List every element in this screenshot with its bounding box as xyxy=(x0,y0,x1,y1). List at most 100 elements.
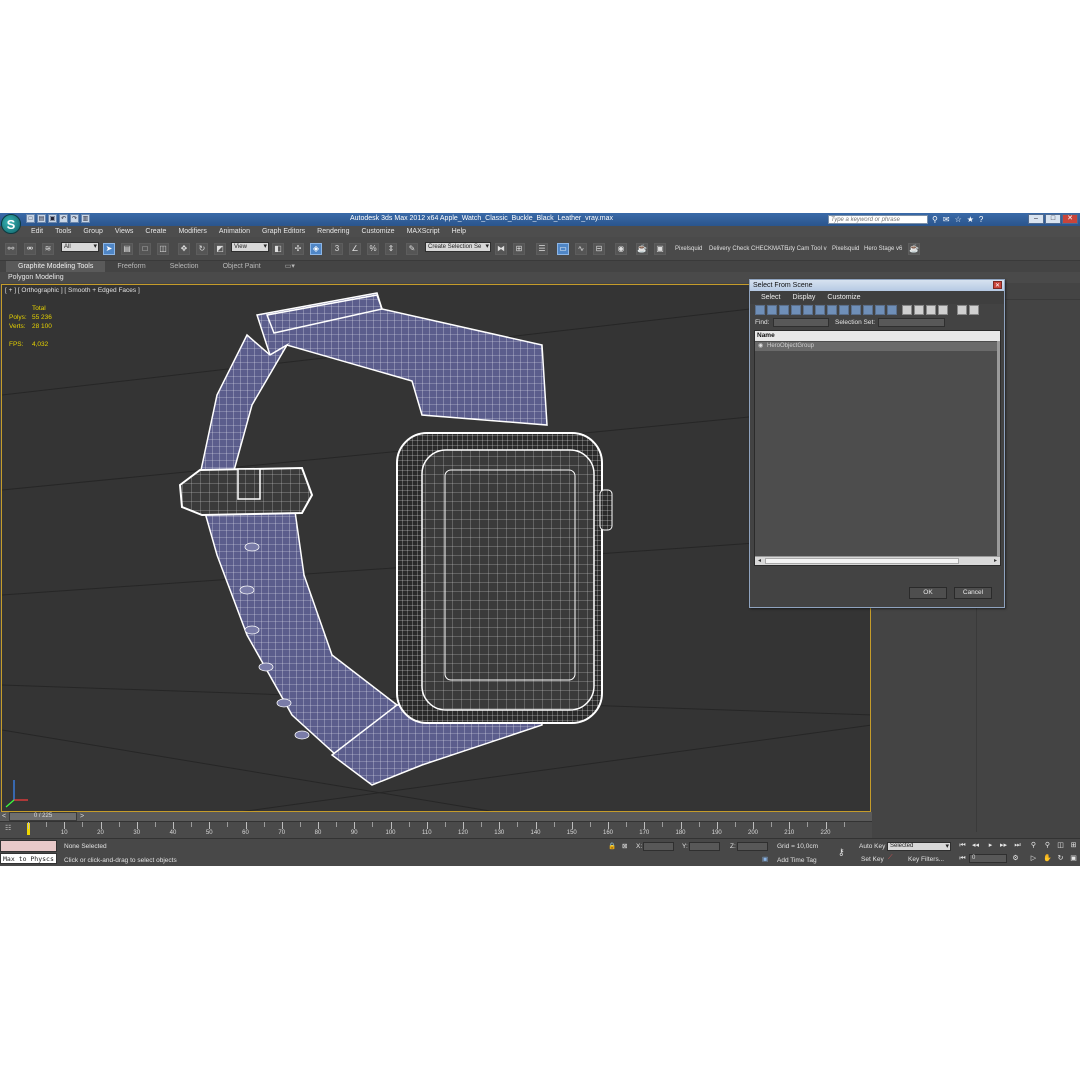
menu-edit[interactable]: Edit xyxy=(31,228,43,235)
filter-containers-icon[interactable] xyxy=(863,305,873,315)
z-coordinate-field[interactable] xyxy=(737,842,768,851)
key-mode-icon[interactable]: ⏮ xyxy=(957,854,968,864)
filter-hidden-icon[interactable] xyxy=(887,305,897,315)
orbit-icon[interactable]: ↻ xyxy=(1055,854,1066,864)
select-invert-icon[interactable] xyxy=(926,305,936,315)
time-tag-icon[interactable]: ▣ xyxy=(762,855,768,863)
key-icon[interactable]: ⚷ xyxy=(838,847,845,858)
menu-rendering[interactable]: Rendering xyxy=(317,228,349,235)
render-frame-icon[interactable]: ▣ xyxy=(654,243,666,255)
filter-space-warps-icon[interactable] xyxy=(815,305,825,315)
redo-icon[interactable]: ↷ xyxy=(70,214,79,223)
zoom-icon[interactable]: ⚲ xyxy=(1028,841,1039,851)
named-selection-set-dropdown[interactable]: Create Selection Se xyxy=(425,242,491,252)
set-key-button[interactable]: Set Key xyxy=(861,856,884,863)
menu-animation[interactable]: Animation xyxy=(219,228,250,235)
select-by-name-icon[interactable]: ▤ xyxy=(121,243,133,255)
menu-create[interactable]: Create xyxy=(145,228,166,235)
filter-cameras-icon[interactable] xyxy=(791,305,801,315)
select-all-icon[interactable] xyxy=(902,305,912,315)
lock-selection-icon[interactable]: 🔒 xyxy=(608,842,616,850)
maxscript-listener-input[interactable] xyxy=(0,840,57,852)
menu-modifiers[interactable]: Modifiers xyxy=(178,228,206,235)
maxscript-mini-listener[interactable]: Max to Physcs xyxy=(0,853,57,864)
tab-selection[interactable]: Selection xyxy=(158,261,211,272)
app-logo-icon[interactable]: S xyxy=(1,214,21,234)
menu-customize[interactable]: Customize xyxy=(361,228,394,235)
material-editor-icon[interactable]: ◉ xyxy=(615,243,627,255)
menu-graph-editors[interactable]: Graph Editors xyxy=(262,228,305,235)
key-filters-button[interactable]: Key Filters... xyxy=(908,856,944,863)
window-crossing-icon[interactable]: ◫ xyxy=(157,243,169,255)
plugin-delivery-check[interactable]: Delivery Check xyxy=(709,246,749,252)
filter-lights-icon[interactable] xyxy=(779,305,789,315)
spinner-snap-icon[interactable]: ⇕ xyxy=(385,243,397,255)
save-icon[interactable]: ▣ xyxy=(48,214,57,223)
time-configuration-icon[interactable]: ⚙ xyxy=(1010,854,1021,864)
percent-snap-icon[interactable]: % xyxy=(367,243,379,255)
filter-frozen-icon[interactable] xyxy=(875,305,885,315)
menu-views[interactable]: Views xyxy=(115,228,134,235)
plugin-checkmate[interactable]: CHECKMATE xyxy=(751,246,788,252)
edit-named-selection-icon[interactable]: ✎ xyxy=(406,243,418,255)
find-input[interactable] xyxy=(773,318,829,327)
dialog-menu-select[interactable]: Select xyxy=(761,294,780,301)
filter-xrefs-icon[interactable] xyxy=(839,305,849,315)
selection-filter-dropdown[interactable]: All xyxy=(61,242,99,252)
track-bar[interactable]: ☷ 10 20 30 40 50 60 70 80 90 100 110 120 130 140 150 16… xyxy=(0,821,872,838)
mirror-icon[interactable]: ⧓ xyxy=(495,243,507,255)
binoculars-icon[interactable]: ⚲ xyxy=(932,215,938,224)
cancel-button[interactable]: Cancel xyxy=(954,587,992,599)
plugin-pixelsquid-2[interactable]: Pixelsquid xyxy=(832,246,859,252)
go-to-start-icon[interactable]: ⏮ xyxy=(957,841,968,851)
menu-help[interactable]: Help xyxy=(452,228,466,235)
time-slider-next-icon[interactable]: > xyxy=(80,812,84,821)
column-header-name[interactable]: Name xyxy=(755,331,1000,341)
next-frame-icon[interactable]: ▸▸ xyxy=(998,841,1009,851)
rotate-icon[interactable]: ↻ xyxy=(196,243,208,255)
x-coordinate-field[interactable] xyxy=(643,842,674,851)
track-bar-menu-icon[interactable]: ☷ xyxy=(5,824,11,832)
zoom-all-icon[interactable]: ⚲ xyxy=(1042,841,1053,851)
reference-coordinate-dropdown[interactable]: View xyxy=(231,242,269,252)
unlink-icon[interactable]: ⚮ xyxy=(24,243,36,255)
dialog-close-icon[interactable]: ✕ xyxy=(993,281,1002,289)
new-file-icon[interactable]: □ xyxy=(26,214,35,223)
display-toggle-icon[interactable] xyxy=(938,305,948,315)
move-icon[interactable]: ✥ xyxy=(178,243,190,255)
ribbon-options-icon[interactable]: ▭▾ xyxy=(273,261,307,272)
scroll-left-icon[interactable]: ◂ xyxy=(755,557,764,565)
list-vertical-scrollbar[interactable] xyxy=(997,341,1000,557)
favorites-icon[interactable]: ★ xyxy=(967,215,974,224)
plugin-cam-tool[interactable]: uty Cam Tool v xyxy=(787,246,827,252)
curve-editor-icon[interactable]: ∿ xyxy=(575,243,587,255)
go-to-end-icon[interactable]: ⏭ xyxy=(1012,841,1023,851)
maximize-icon[interactable]: □ xyxy=(1045,214,1061,224)
key-selection-dropdown[interactable]: Selected xyxy=(887,842,951,851)
field-of-view-icon[interactable]: ▷ xyxy=(1028,854,1039,864)
filter-bones-icon[interactable] xyxy=(851,305,861,315)
snaps-toggle-icon[interactable]: 3 xyxy=(331,243,343,255)
previous-frame-icon[interactable]: ◂◂ xyxy=(970,841,981,851)
tab-graphite-modeling-tools[interactable]: Graphite Modeling Tools xyxy=(6,261,106,272)
select-none-icon[interactable] xyxy=(914,305,924,315)
subscription-icon[interactable]: ✉ xyxy=(943,215,950,224)
communication-icon[interactable]: ☆ xyxy=(955,215,962,224)
pivot-center-icon[interactable]: ◧ xyxy=(272,243,284,255)
filter-shapes-icon[interactable] xyxy=(767,305,777,315)
selection-set-dropdown[interactable] xyxy=(878,318,945,327)
filter-helpers-icon[interactable] xyxy=(803,305,813,315)
zoom-extents-icon[interactable]: ◫ xyxy=(1055,841,1066,851)
maximize-viewport-icon[interactable]: ▣ xyxy=(1068,854,1079,864)
rectangular-selection-icon[interactable]: □ xyxy=(139,243,151,255)
time-slider[interactable]: < 0 / 225 > xyxy=(0,812,872,821)
select-link-icon[interactable]: ⚯ xyxy=(5,243,17,255)
orthographic-viewport[interactable]: [ + ] [ Orthographic ] [ Smooth + Edged … xyxy=(1,284,871,812)
select-manipulate-icon[interactable]: ✣ xyxy=(292,243,304,255)
undo-icon[interactable]: ↶ xyxy=(59,214,68,223)
filter-funnel-icon[interactable] xyxy=(957,305,967,315)
y-coordinate-field[interactable] xyxy=(689,842,720,851)
angle-snap-icon[interactable]: ∠ xyxy=(349,243,361,255)
select-object-icon[interactable]: ➤ xyxy=(103,243,115,255)
help-icon[interactable]: ? xyxy=(979,215,983,224)
